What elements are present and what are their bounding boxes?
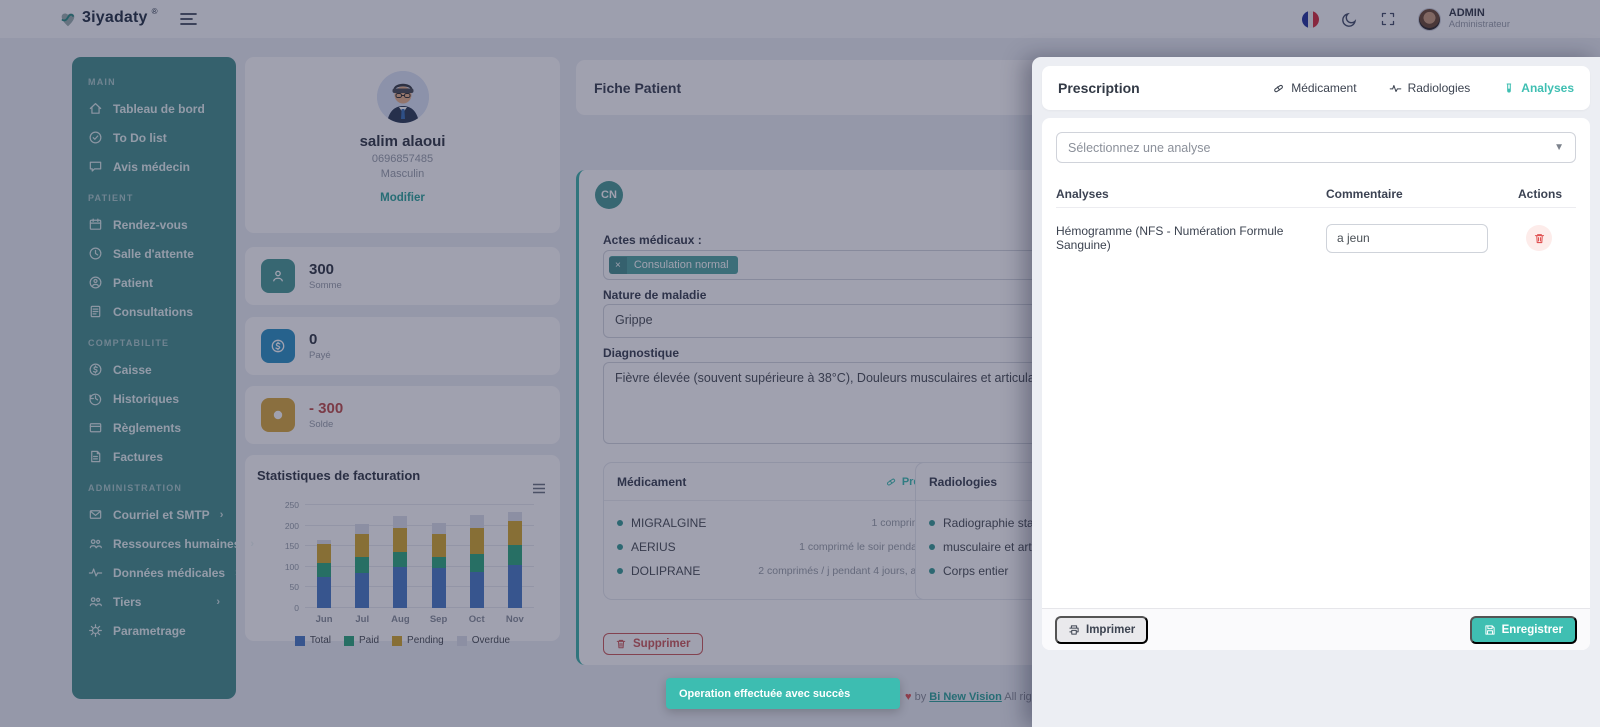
analysis-table-header: Analyses Commentaire Actions <box>1056 180 1576 208</box>
success-toast: Operation effectuée avec succès <box>666 678 900 709</box>
analysis-select[interactable]: Sélectionnez une analyse ▼ <box>1056 132 1576 163</box>
prescription-drawer: Prescription Médicament Radiologies Analys… <box>1032 57 1600 727</box>
prescription-drawer-footer: Imprimer Enregistrer <box>1042 608 1590 650</box>
tab-label: Radiologies <box>1407 81 1471 95</box>
trash-icon <box>1534 233 1544 243</box>
analysis-table-row: Hémogramme (NFS - Numération Formule San… <box>1056 214 1576 262</box>
tab-label: Analyses <box>1521 81 1574 95</box>
tab-label: Médicament <box>1291 81 1357 95</box>
prescription-drawer-body: Sélectionnez une analyse ▼ Analyses Comm… <box>1042 118 1590 650</box>
tab-m-dicament[interactable]: Médicament <box>1272 81 1357 95</box>
chevron-down-icon: ▼ <box>1554 142 1564 153</box>
delete-analysis-button[interactable] <box>1526 225 1552 251</box>
save-icon <box>1485 624 1495 635</box>
comment-input[interactable]: a jeun <box>1326 223 1488 253</box>
pill-icon <box>1274 84 1284 92</box>
actions-column-header: Actions <box>1518 186 1563 201</box>
prescription-title: Prescription <box>1058 80 1140 96</box>
tab-analyses[interactable]: Analyses <box>1502 81 1574 95</box>
printer-icon <box>1069 624 1079 635</box>
enregistrer-button[interactable]: Enregistrer <box>1469 615 1577 644</box>
prescription-drawer-header: Prescription Médicament Radiologies Analys… <box>1042 66 1590 110</box>
analysis-name: Hémogramme (NFS - Numération Formule San… <box>1056 224 1284 252</box>
imprimer-button[interactable]: Imprimer <box>1055 615 1149 644</box>
tab-radiologies[interactable]: Radiologies <box>1389 81 1471 95</box>
analyses-column-header: Analyses <box>1056 186 1109 201</box>
activity-icon <box>1389 84 1401 92</box>
commentaire-column-header: Commentaire <box>1326 186 1403 201</box>
test-tube-icon <box>1506 83 1512 92</box>
